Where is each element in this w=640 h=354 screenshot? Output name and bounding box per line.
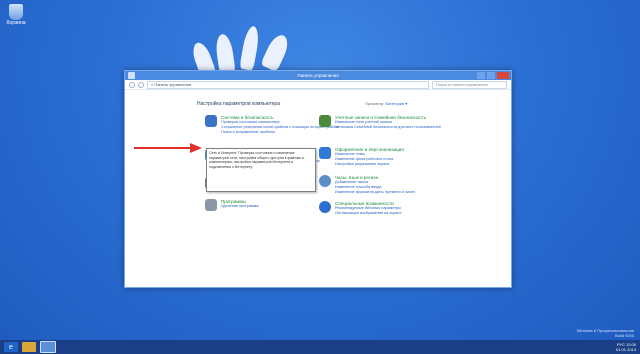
accessibility-icon <box>319 201 331 213</box>
view-by-dropdown[interactable]: Категория ▾ <box>386 101 408 106</box>
users-icon <box>319 115 331 127</box>
annotation-arrow <box>134 143 202 153</box>
window-titlebar[interactable]: Панель управления <box>125 71 511 80</box>
address-path[interactable]: « Панель управления <box>147 80 429 89</box>
view-by-label: Просмотр: <box>365 101 385 106</box>
recycle-bin-icon[interactable]: Корзина <box>4 2 28 32</box>
programs-icon <box>205 199 217 211</box>
category-link[interactable]: Установка Семейной безопасности для всех… <box>335 125 469 130</box>
control-panel-content: Настройка параметров компьютера Просмотр… <box>125 91 511 287</box>
category-clock[interactable]: Часы, язык и регион Добавление языка Изм… <box>319 175 469 195</box>
watermark-line: Build 9200 <box>615 333 634 338</box>
page-title: Настройка параметров компьютера <box>197 101 280 107</box>
appearance-icon <box>319 147 331 159</box>
search-input[interactable]: Поиск в панели управления <box>432 80 507 89</box>
category-link[interactable]: Оптимизация изображения на экране <box>335 211 469 216</box>
category-link[interactable]: Поиск и исправление проблем <box>221 130 355 135</box>
internet-explorer-icon[interactable]: e <box>4 342 18 352</box>
tooltip-network: Сеть и Интернет. Проверка состояния и из… <box>206 148 316 192</box>
shield-icon <box>205 115 217 127</box>
address-bar: « Панель управления Поиск в панели управ… <box>125 80 511 90</box>
window-app-icon <box>128 72 135 79</box>
forward-icon[interactable] <box>138 81 144 88</box>
category-appearance[interactable]: Оформление и персонализация Изменение те… <box>319 147 469 167</box>
file-explorer-icon[interactable] <box>22 342 36 352</box>
windows-watermark: Windows 8 Профессиональная Build 9200 <box>577 328 634 338</box>
recycle-bin-graphic <box>9 4 23 20</box>
clock-date[interactable]: 01.01.2013 <box>616 347 636 352</box>
maximize-button[interactable] <box>487 72 495 79</box>
control-panel-window: Панель управления « Панель управления По… <box>124 70 512 288</box>
clock-icon <box>319 175 331 187</box>
category-users[interactable]: Учетные записи и Семейная безопасность И… <box>319 115 469 130</box>
minimize-button[interactable] <box>477 72 485 79</box>
category-accessibility[interactable]: Специальные возможности Рекомендуемые Wi… <box>319 201 469 216</box>
category-link[interactable]: Изменение форматов даты, времени и чисел <box>335 190 469 195</box>
control-panel-taskbar-icon[interactable] <box>40 341 56 353</box>
close-button[interactable] <box>497 72 509 79</box>
category-link[interactable]: Настройка разрешения экрана <box>335 162 469 167</box>
window-controls <box>477 72 509 79</box>
recycle-bin-label: Корзина <box>6 20 26 26</box>
system-tray[interactable]: РУС 12:00 01.01.2013 <box>616 342 636 352</box>
view-by: Просмотр: Категория ▾ <box>365 101 407 106</box>
taskbar: e РУС 12:00 01.01.2013 <box>0 340 640 354</box>
back-icon[interactable] <box>129 81 135 88</box>
window-title: Панель управления <box>297 73 339 78</box>
